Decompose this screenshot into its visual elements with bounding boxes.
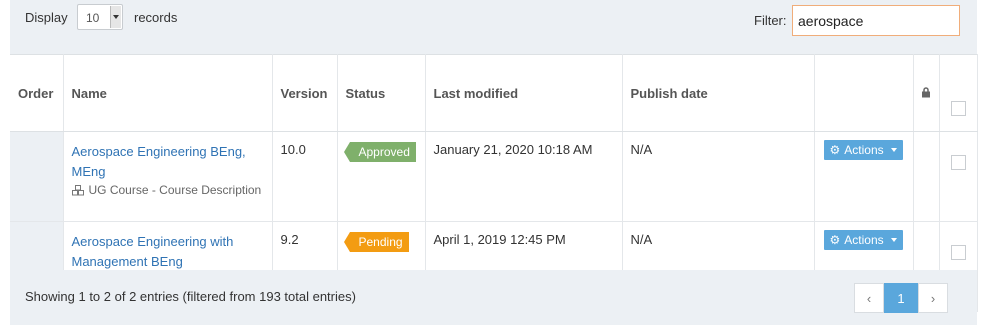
prev-page-button[interactable]: ‹ [854,283,884,313]
content-type: UG Course - Course Description [71,183,264,197]
actions-button[interactable]: ⚙ Actions [823,140,903,160]
records-label: records [134,10,178,25]
title-line-2: Management BEng [71,254,183,269]
lock-icon [922,86,930,97]
status-badge: Approved [343,142,416,162]
display-label: Display [25,10,68,25]
pagination: ‹ 1 › [854,283,948,313]
filter-input[interactable] [792,5,960,36]
table-toolbar: Display 10 records Filter: [10,0,977,54]
table-row[interactable]: Aerospace Engineering BEng, MEng UG Cour… [10,131,978,222]
actions-cell: ⚙ Actions [814,131,914,222]
lock-cell [913,131,940,222]
page-1-button[interactable]: 1 [884,283,918,313]
publish-date-cell: N/A [622,131,815,222]
chevron-down-icon[interactable] [110,6,121,28]
actions-label: Actions [844,233,884,247]
row-checkbox[interactable] [950,245,966,260]
table-footer: Showing 1 to 2 of 2 entries (filtered fr… [10,270,977,325]
gear-icon: ⚙ [829,143,841,157]
page-size-select[interactable]: 10 [77,4,123,30]
content-title-link[interactable]: Aerospace Engineering with Management BE… [72,232,264,272]
actions-button[interactable]: ⚙ Actions [823,230,903,250]
select-cell [939,131,978,222]
status-cell: Approved [337,131,426,222]
version-cell: 10.0 [272,131,338,222]
header-lock [913,54,940,132]
row-checkbox[interactable] [950,155,966,170]
header-name[interactable]: Name [63,54,273,132]
title-line-1: Aerospace Engineering with [71,234,234,249]
title-line-1: Aerospace Engineering BEng, [71,144,246,159]
gear-icon: ⚙ [829,233,841,247]
content-type-label: UG Course - Course Description [88,183,262,197]
select-all-checkbox[interactable] [950,101,966,116]
name-cell: Aerospace Engineering BEng, MEng UG Cour… [63,131,273,222]
header-select-all [939,54,978,132]
caret-down-icon [890,148,897,152]
entries-summary: Showing 1 to 2 of 2 entries (filtered fr… [25,289,356,304]
actions-label: Actions [844,143,884,157]
header-status[interactable]: Status [337,54,426,132]
header-publish-date[interactable]: Publish date [622,54,815,132]
cubes-icon [71,184,84,195]
order-cell[interactable] [10,131,64,222]
header-actions [814,54,914,132]
content-title-link[interactable]: Aerospace Engineering BEng, MEng [72,142,264,182]
status-badge: Pending [343,232,409,252]
next-page-button[interactable]: › [918,283,948,313]
caret-down-icon [890,238,897,242]
header-last-modified[interactable]: Last modified [425,54,623,132]
header-order[interactable]: Order [10,54,64,132]
title-line-2: MEng [71,164,106,179]
filter-label: Filter: [754,13,787,28]
last-modified-cell: January 21, 2020 10:18 AM [425,131,623,222]
table-header-row: Order Name Version Status Last modified … [10,54,978,132]
page-size-value: 10 [86,11,100,25]
header-version[interactable]: Version [272,54,338,132]
